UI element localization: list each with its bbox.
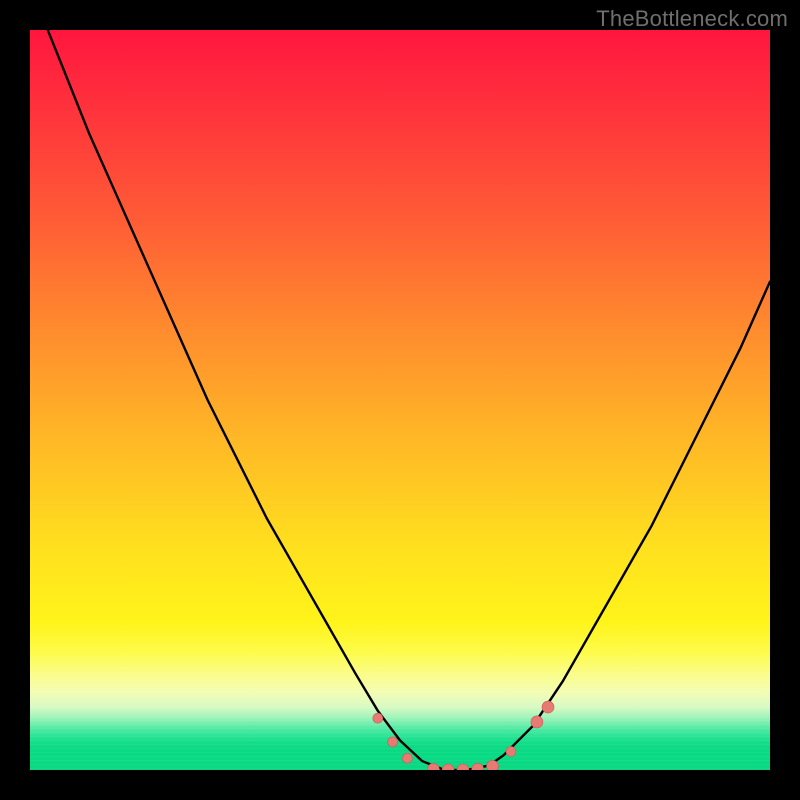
curve-marker <box>487 760 499 770</box>
curve-marker <box>373 713 383 723</box>
curve-marker <box>457 764 469 770</box>
bottleneck-curve <box>30 30 770 770</box>
plot-area <box>30 30 770 770</box>
curve-layer <box>30 30 770 770</box>
outer-frame: TheBottleneck.com <box>0 0 800 800</box>
curve-marker <box>506 747 516 757</box>
curve-marker <box>542 701 554 713</box>
curve-marker <box>442 764 454 770</box>
curve-markers <box>373 701 554 770</box>
curve-marker <box>472 763 484 770</box>
curve-marker <box>388 737 398 747</box>
watermark-text: TheBottleneck.com <box>596 6 788 32</box>
curve-marker <box>531 716 543 728</box>
curve-marker <box>402 753 412 763</box>
